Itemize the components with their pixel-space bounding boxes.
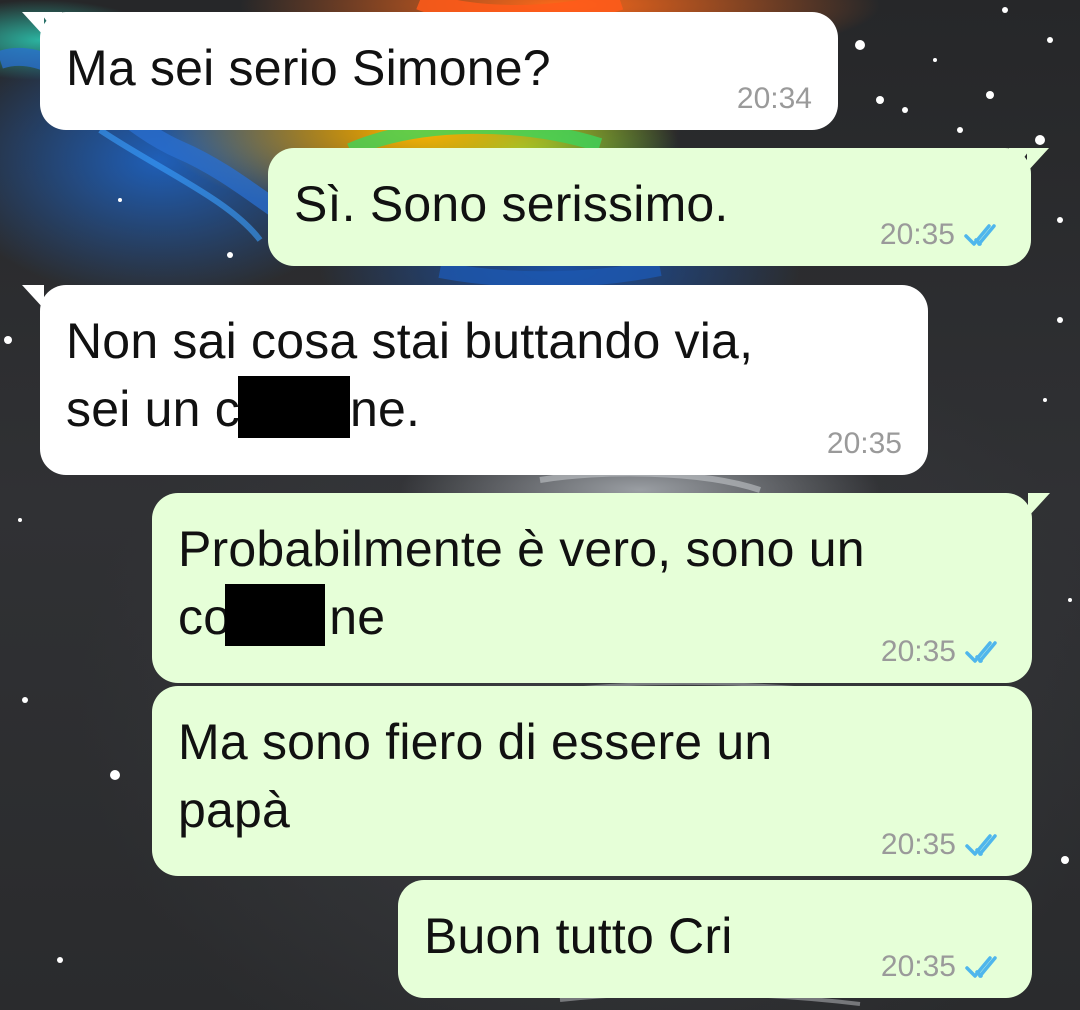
message-meta: 20:35 bbox=[881, 828, 1008, 862]
message-time: 20:35 bbox=[880, 950, 956, 983]
bubble-tail bbox=[22, 285, 44, 309]
message-time: 20:34 bbox=[736, 82, 812, 115]
bubble-tail bbox=[1028, 493, 1050, 517]
message-meta: 20:35 bbox=[881, 950, 1008, 984]
message-meta: 20:34 bbox=[737, 82, 812, 116]
message-bubble-outgoing[interactable]: Ma sono fiero di essere un papà 20:35 bbox=[152, 686, 1032, 876]
message-text-line: Ma sono fiero di essere un bbox=[178, 714, 773, 770]
message-text-line: Probabilmente è vero, sono un bbox=[178, 521, 865, 577]
message-meta: 20:35 bbox=[881, 635, 1008, 669]
bubble-tail bbox=[22, 12, 62, 42]
message-bubble-outgoing[interactable]: Sì. Sono serissimo. 20:35 bbox=[268, 148, 1049, 266]
double-check-icon bbox=[965, 956, 997, 978]
message-text-fragment: co bbox=[178, 589, 232, 645]
message-bubble-outgoing[interactable]: Probabilmente è vero, sono un co ne 20:35 bbox=[152, 493, 1050, 683]
message-text-line: Non sai cosa stai buttando via, bbox=[66, 313, 754, 369]
message-meta: 20:35 bbox=[880, 218, 1007, 252]
double-check-icon bbox=[965, 641, 997, 663]
redaction-box bbox=[237, 376, 350, 438]
message-text-line: sei un co ne. bbox=[66, 375, 904, 443]
double-check-icon bbox=[965, 834, 997, 856]
double-check-icon bbox=[964, 224, 996, 246]
redaction-box bbox=[225, 584, 326, 646]
message-bubble-incoming[interactable]: Non sai cosa stai buttando via, sei un c… bbox=[22, 285, 928, 475]
message-text-fragment: ne bbox=[329, 589, 386, 645]
message-time: 20:35 bbox=[880, 635, 956, 668]
message-time: 20:35 bbox=[826, 427, 902, 460]
message-time: 20:35 bbox=[879, 218, 955, 251]
message-bubble-outgoing[interactable]: Buon tutto Cri 20:35 bbox=[398, 880, 1032, 998]
message-meta: 20:35 bbox=[827, 427, 902, 461]
message-bubble-incoming[interactable]: Ma sei serio Simone? 20:34 bbox=[22, 12, 838, 130]
message-text: Ma sei serio Simone? bbox=[66, 40, 551, 96]
bubble-tail bbox=[1009, 148, 1049, 178]
message-text-fragment: ne. bbox=[349, 381, 421, 437]
message-time: 20:35 bbox=[880, 828, 956, 861]
